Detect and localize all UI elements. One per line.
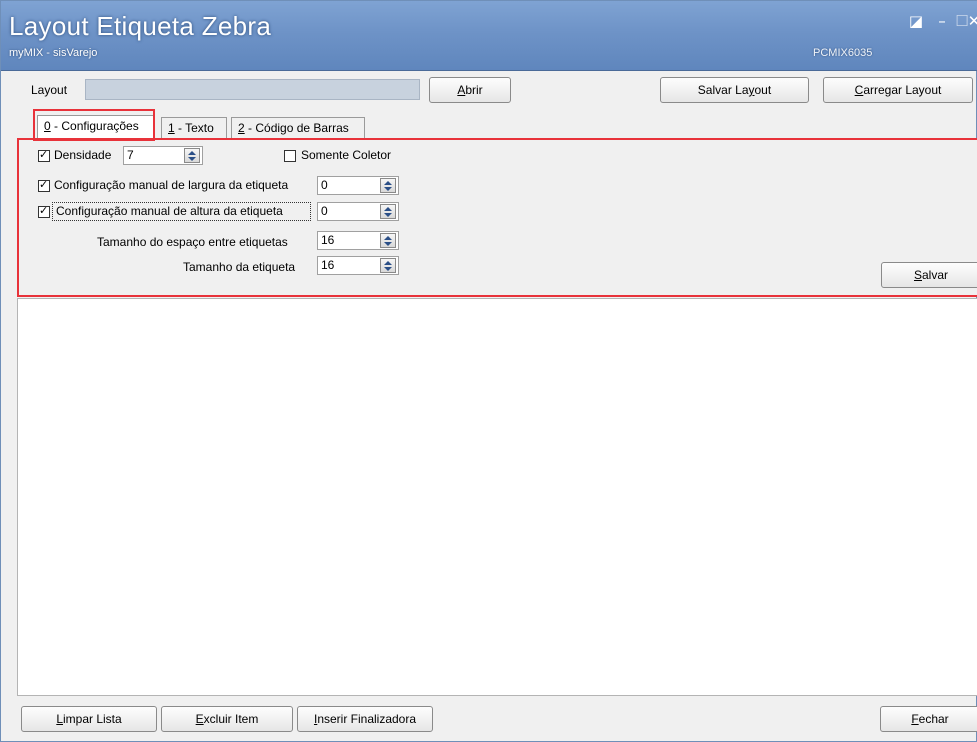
window-subtitle: myMIX - sisVarejo — [9, 47, 98, 59]
tab-texto[interactable]: 1 - Texto — [161, 117, 227, 138]
carregar-layout-label-accel: C — [854, 83, 864, 97]
close-icon[interactable]: ✕ — [967, 11, 977, 31]
tab-codigo-de-barras[interactable]: 2 - Código de Barras — [231, 117, 365, 138]
salvar-layout-label-post: out — [754, 83, 772, 97]
limpar-label-accel: L — [56, 712, 63, 726]
limpar-label: impar Lista — [63, 712, 122, 726]
app-window: Layout Etiqueta Zebra myMIX - sisVarejo … — [0, 0, 977, 742]
highlight-panel — [17, 138, 977, 297]
excluir-label-accel: E — [195, 712, 204, 726]
program-code: PCMIX6035 — [813, 47, 873, 59]
fechar-label-accel: F — [911, 712, 919, 726]
fechar-button[interactable]: Fechar — [880, 706, 977, 732]
inserir-label: nserir Finalizadora — [317, 712, 417, 726]
fechar-label: echar — [918, 712, 949, 726]
minimize-icon[interactable]: – — [931, 11, 953, 31]
excluir-label: xcluir Item — [203, 712, 259, 726]
salvar-layout-button[interactable]: Salvar Layout — [660, 77, 809, 103]
title-bar: Layout Etiqueta Zebra myMIX - sisVarejo … — [1, 1, 977, 71]
abrir-button[interactable]: Abrir — [429, 77, 511, 103]
edit-icon[interactable]: ◪ — [905, 11, 927, 31]
carregar-layout-label-post: arregar Layout — [863, 83, 942, 97]
tab-texto-accel: 1 — [168, 121, 175, 135]
inserir-finalizadora-button[interactable]: Inserir Finalizadora — [297, 706, 433, 732]
excluir-item-button[interactable]: Excluir Item — [161, 706, 293, 732]
tab-texto-label: - Texto — [174, 121, 214, 135]
limpar-lista-button[interactable]: Limpar Lista — [21, 706, 157, 732]
layout-input[interactable] — [85, 79, 420, 100]
layout-label: Layout — [31, 83, 68, 97]
tab-codigo-de-barras-label: - Código de Barras — [244, 121, 349, 135]
salvar-layout-label-pre: Salvar La — [697, 83, 749, 97]
highlight-tab — [33, 109, 155, 141]
carregar-layout-button[interactable]: Carregar Layout — [823, 77, 973, 103]
tab-codigo-de-barras-accel: 2 — [238, 121, 245, 135]
abrir-label-post: brir — [465, 83, 483, 97]
window-title: Layout Etiqueta Zebra — [9, 11, 272, 41]
items-list[interactable] — [17, 298, 977, 696]
